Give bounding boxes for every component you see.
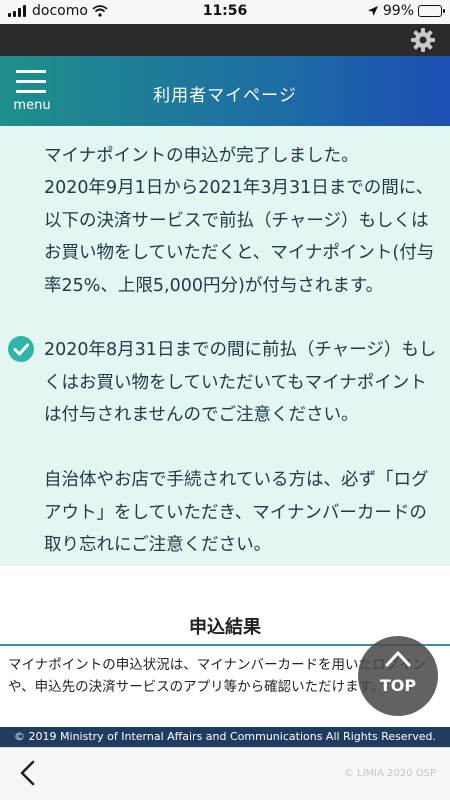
- notice-line-logout: 自治体やお店で手続されている方は、必ず「ログアウト」をしていただき、マイナンバー…: [44, 470, 429, 555]
- top-strip: [0, 24, 450, 56]
- back-to-top-button[interactable]: TOP: [358, 636, 438, 716]
- gear-icon[interactable]: [410, 27, 436, 53]
- page-title: 利用者マイページ: [153, 86, 297, 106]
- result-heading: 申込結果: [189, 617, 261, 638]
- status-right: 99%: [367, 3, 445, 19]
- browser-toolbar: © LIMIA 2020 OSP: [0, 747, 450, 800]
- copyright-footer: © 2019 Ministry of Internal Affairs and …: [0, 727, 450, 747]
- location-arrow-icon: [367, 6, 378, 16]
- battery-percent: 99%: [382, 3, 414, 19]
- notice-line-period: 2020年9月1日から2021年3月31日までの間に、以下の決済サービスで前払（…: [44, 178, 435, 296]
- check-icon: [8, 336, 34, 362]
- chevron-up-icon: [385, 651, 411, 667]
- completion-notice: マイナポイントの申込が完了しました。 2020年9月1日から2021年3月31日…: [0, 126, 450, 566]
- status-bar: docomo 11:56 99%: [0, 0, 450, 24]
- chevron-left-icon[interactable]: [14, 758, 42, 788]
- notice-line-complete: マイナポイントの申込が完了しました。: [44, 146, 359, 166]
- page-header: menu 利用者マイページ: [0, 56, 450, 126]
- watermark: © LIMIA 2020 OSP: [343, 768, 436, 779]
- top-label: TOP: [379, 676, 417, 695]
- notice-line-caution: 2020年8月31日までの間に前払（チャージ）もしくはお買い物をしていただいても…: [44, 340, 437, 425]
- battery-icon: [418, 5, 445, 17]
